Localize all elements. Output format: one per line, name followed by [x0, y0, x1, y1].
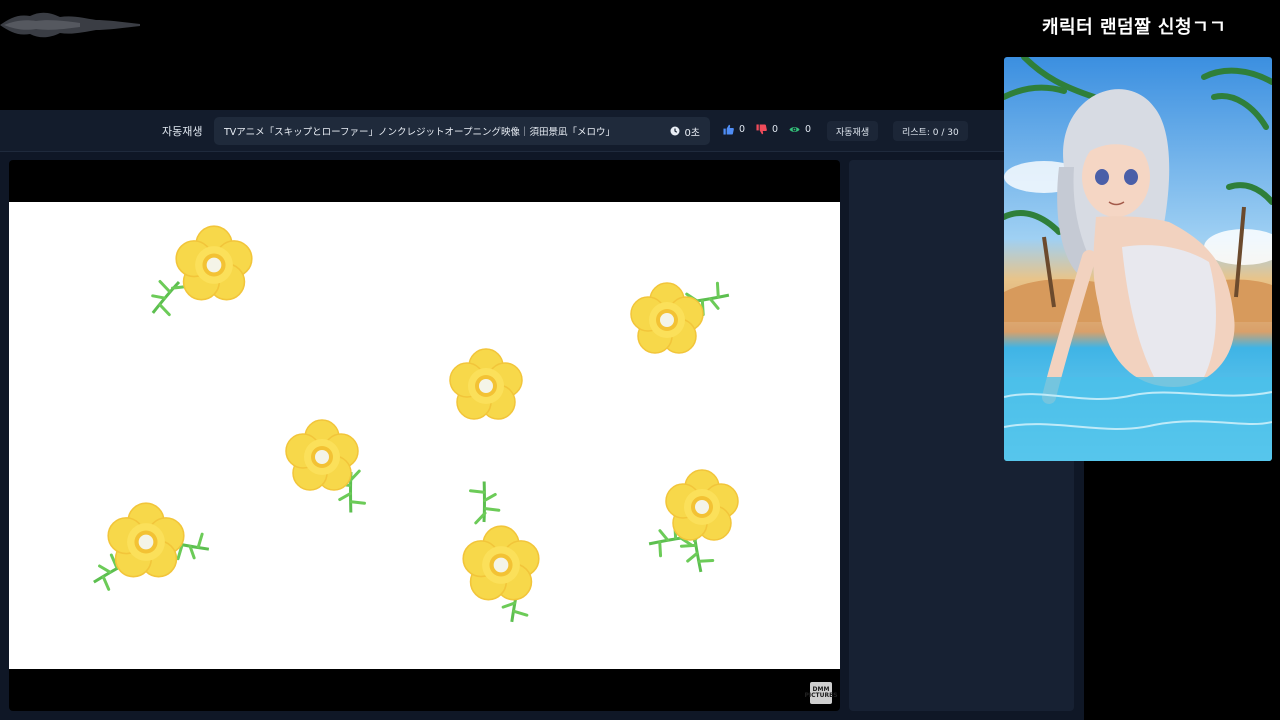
elapsed-time: 0초 — [670, 124, 700, 139]
top-bar: 자동재생 TVアニメ「スキップとローファー」ノンクレジットオープニング映像｜須田… — [0, 110, 1084, 152]
thumbs-up-icon — [723, 124, 734, 135]
audio-waveform-icon — [0, 12, 140, 38]
stream-title: 캐릭터 랜덤짤 신청ㄱㄱ — [1042, 17, 1227, 38]
character-image — [1004, 57, 1272, 461]
music-request-app: 자동재생 TVアニメ「スキップとローファー」ノンクレジットオープニング映像｜須田… — [0, 110, 1084, 720]
elapsed-time-value: 0초 — [684, 127, 700, 139]
video-frame — [9, 202, 840, 669]
list-counter: 리스트: 0 / 30 — [893, 121, 968, 141]
dislike-button[interactable]: 0 — [756, 124, 778, 135]
clock-icon — [670, 126, 680, 136]
now-playing-bar[interactable]: TVアニメ「スキップとローファー」ノンクレジットオープニング映像｜須田景凪「メロ… — [214, 117, 710, 145]
anime-character-illustration — [1004, 57, 1272, 461]
like-button[interactable]: 0 — [723, 124, 745, 135]
dislike-count: 0 — [772, 124, 779, 135]
eye-icon — [789, 127, 800, 132]
thumbs-down-icon — [756, 124, 767, 135]
autoplay-button[interactable]: 자동재생 — [827, 121, 879, 141]
view-counter: 0 — [789, 124, 811, 135]
flower-illustration — [87, 225, 739, 625]
view-count: 0 — [805, 124, 812, 135]
autoplay-label: 자동재생 — [162, 125, 203, 138]
dmm-watermark-logo: DMM PICTURES — [804, 682, 838, 704]
now-playing-title: TVアニメ「スキップとローファー」ノンクレジットオープニング映像｜須田景凪「メロ… — [224, 127, 615, 138]
video-player[interactable]: DMM PICTURES — [9, 160, 840, 711]
like-count: 0 — [739, 124, 746, 135]
